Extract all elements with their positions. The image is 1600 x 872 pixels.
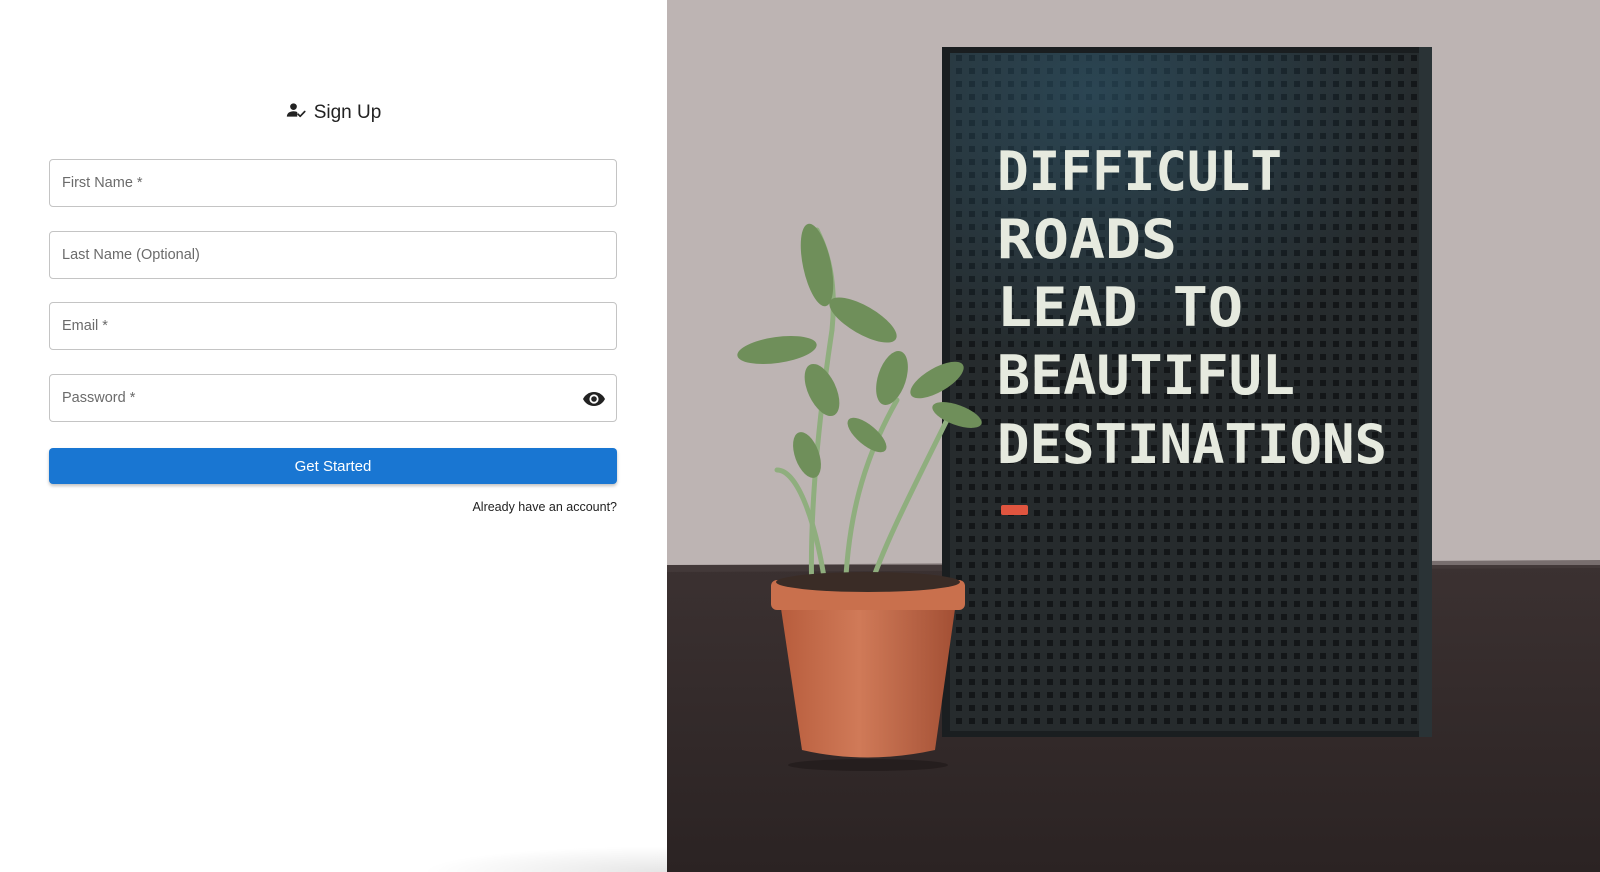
get-started-button[interactable]: Get Started [49, 448, 617, 484]
form-header: Sign Up [0, 100, 667, 126]
letterboard-line-1: DIFFICULT [997, 140, 1282, 203]
hero-image: DIFFICULT ROADS LEAD TO BEAUTIFUL DESTIN… [667, 0, 1600, 872]
letterboard-line-2: ROADS [997, 208, 1177, 271]
signup-form-panel: Sign Up Get Started Already have an acco… [0, 0, 667, 872]
first-name-input[interactable] [50, 160, 616, 206]
letterboard-line-3: LEAD TO [997, 276, 1243, 339]
letterboard-line-5: DESTINATIONS [997, 413, 1387, 476]
letterboard-line-4: BEAUTIFUL [997, 344, 1295, 407]
email-input[interactable] [50, 303, 616, 349]
email-field [49, 302, 617, 350]
already-have-account-link[interactable]: Already have an account? [472, 500, 617, 514]
accent-tile [1001, 505, 1028, 515]
last-name-field [49, 231, 617, 279]
panel-shadow [420, 846, 667, 872]
hero-illustration: DIFFICULT ROADS LEAD TO BEAUTIFUL DESTIN… [667, 0, 1600, 872]
last-name-input[interactable] [50, 232, 616, 278]
password-input[interactable] [50, 375, 616, 421]
page-title: Sign Up [313, 102, 382, 123]
signup-page: Sign Up Get Started Already have an acco… [0, 0, 1600, 872]
password-field [49, 374, 617, 422]
first-name-field [49, 159, 617, 207]
eye-icon[interactable] [582, 387, 606, 411]
person-check-icon [286, 100, 306, 126]
